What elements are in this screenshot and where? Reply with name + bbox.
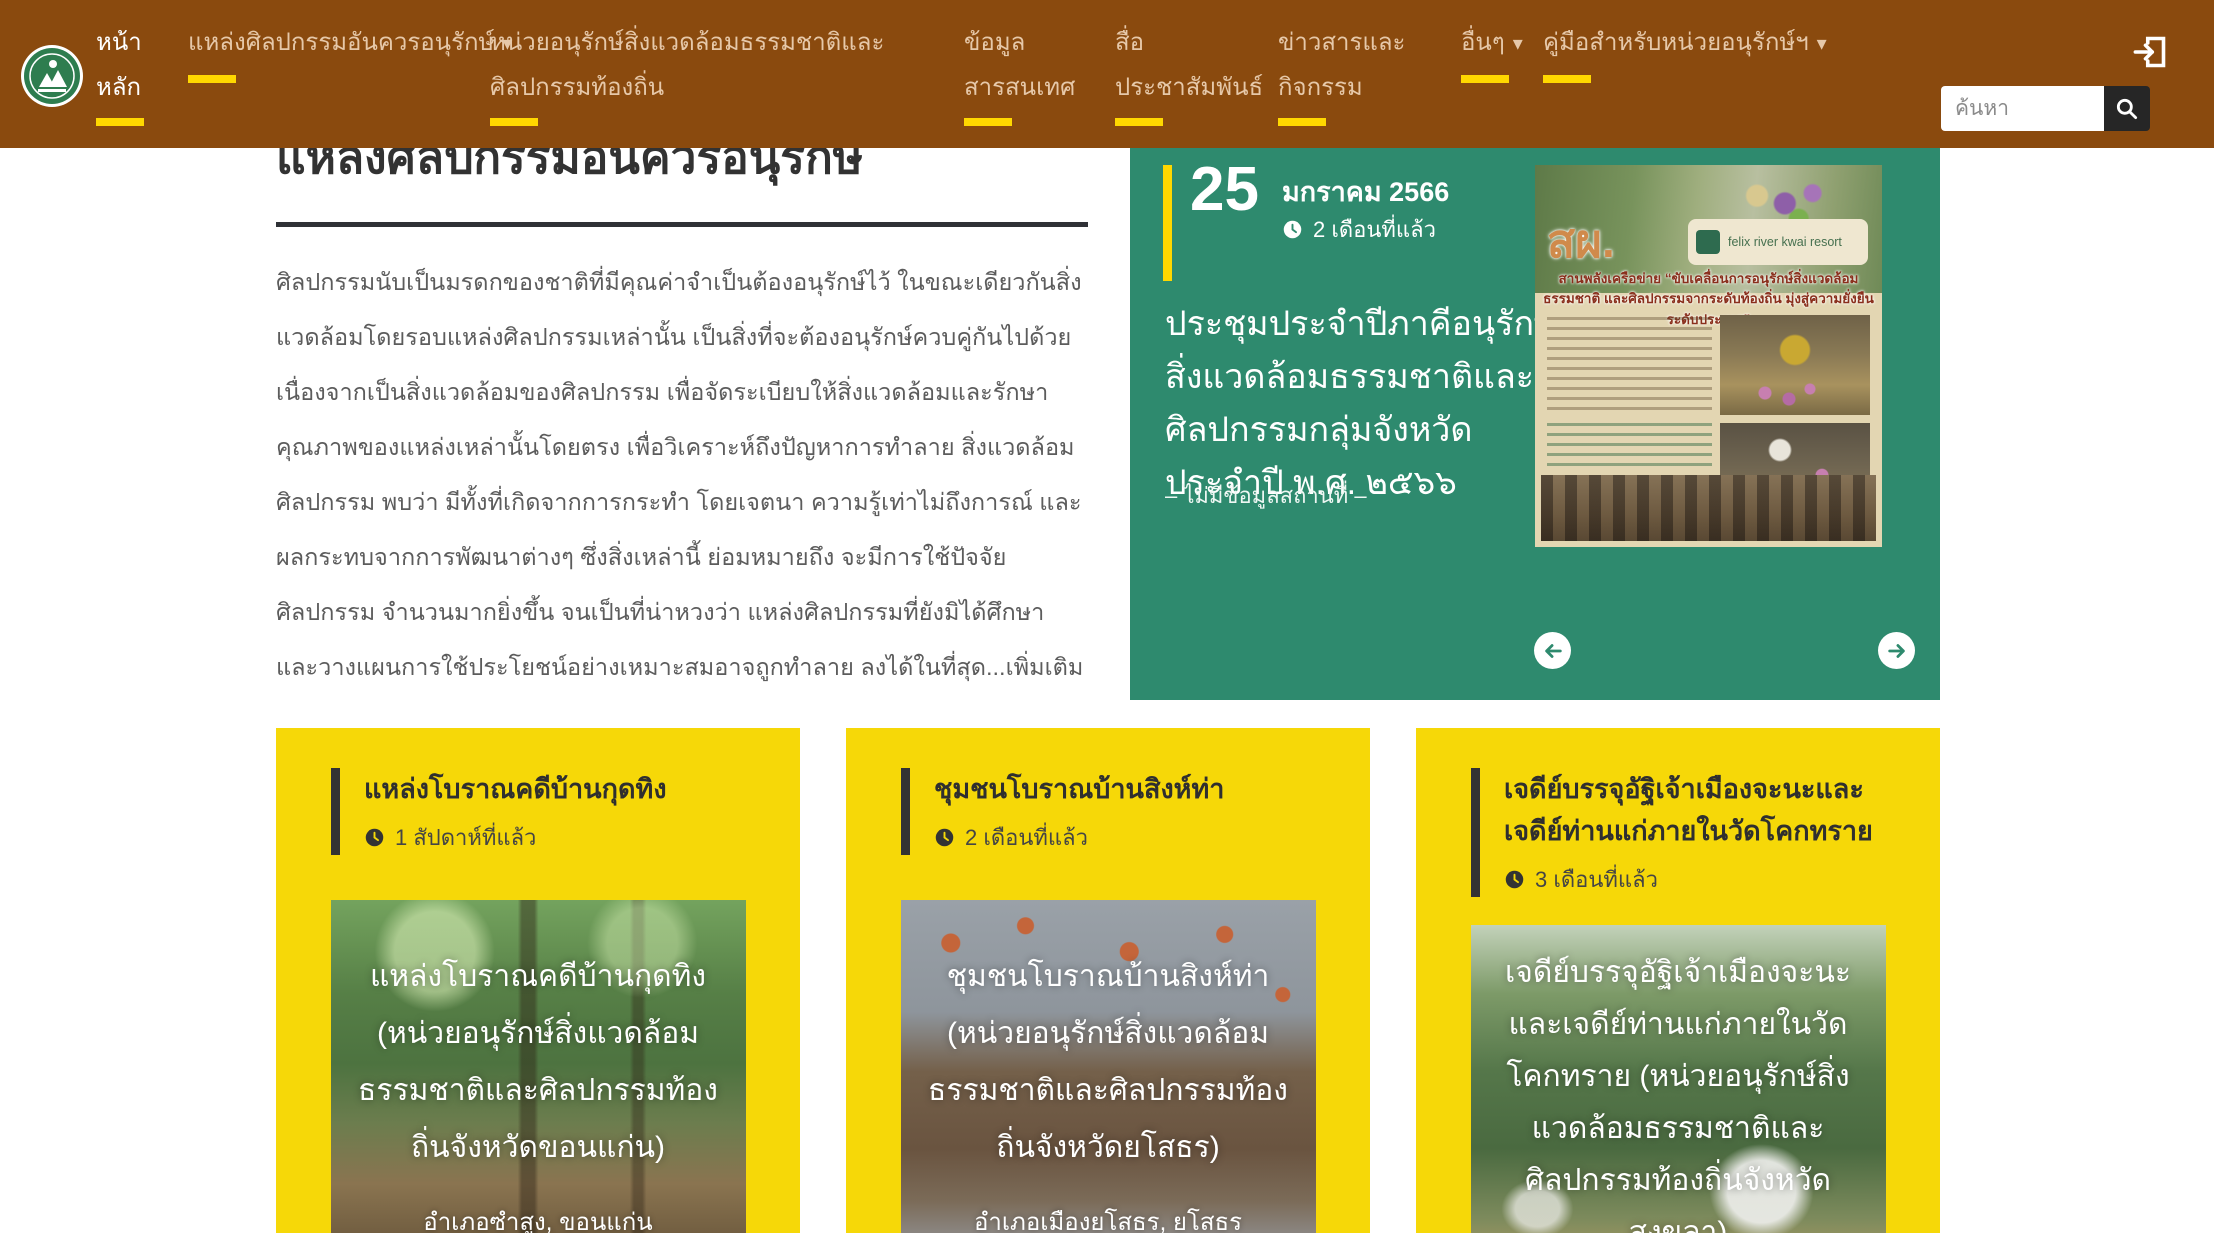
card-time-row: 2 เดือนที่แล้ว	[934, 820, 1331, 855]
search-bar	[1941, 86, 2150, 131]
card-time-ago: 3 เดือนที่แล้ว	[1535, 862, 1658, 897]
card-time-ago: 1 สัปดาห์ที่แล้ว	[395, 820, 536, 855]
photo-overlay-district: อำเภอซำสูง, ขอนแก่น	[331, 1202, 746, 1233]
intro-section: แหล่งศิลปกรรมอันควรอนุรักษ์ ศิลปกรรมนับเ…	[276, 128, 1091, 695]
resort-name: felix river kwai resort	[1728, 235, 1842, 249]
photo-overlay-title: เจดีย์บรรจุอัฐิเจ้าเมืองจะนะและเจดีย์ท่า…	[1471, 925, 1886, 1233]
intro-text: ศิลปกรรมนับเป็นมรดกของชาติที่มีคุณค่าจำเ…	[276, 269, 1082, 680]
top-navbar: หน้าหลัก แหล่งศิลปกรรมอันควรอนุรักษ์ หน่…	[0, 0, 2214, 148]
page: หน้าหลัก แหล่งศิลปกรรมอันควรอนุรักษ์ หน่…	[0, 0, 2214, 1233]
title-divider	[276, 222, 1088, 227]
carousel-next-button[interactable]	[1878, 632, 1915, 669]
card-time-row: 3 เดือนที่แล้ว	[1504, 862, 1901, 897]
featured-day: 25	[1190, 154, 1259, 225]
featured-time-ago-row: 2 เดือนที่แล้ว	[1282, 212, 1436, 247]
search-icon	[2114, 96, 2140, 122]
date-accent-bar	[1163, 165, 1172, 281]
featured-poster-image[interactable]: สผ. felix river kwai resort สานพลังเครือ…	[1535, 165, 1882, 547]
poster-group-photo	[1541, 475, 1876, 541]
nav-item-label: คู่มือสำหรับหน่วยอนุรักษ์ฯ	[1543, 29, 1809, 56]
search-button[interactable]	[2104, 86, 2150, 131]
nav-item-label: ข้อมูลสารสนเทศ	[964, 29, 1075, 101]
card-header: ชุมชนโบราณบ้านสิงห์ท่า 2 เดือนที่แล้ว	[901, 768, 1331, 855]
chevron-down-icon	[1817, 20, 1827, 67]
arrow-right-icon	[1886, 640, 1908, 662]
photo-overlay-title: ชุมชนโบราณบ้านสิงห์ท่า (หน่วยอนุรักษ์สิ่…	[901, 900, 1316, 1176]
nav-item-label: สื่อประชาสัมพันธ์	[1115, 29, 1263, 101]
nav-item-others[interactable]: อื่นๆ	[1461, 20, 1523, 83]
site-card-ban-kut-thing: แหล่งโบราณคดีบ้านกุดทิง 1 สัปดาห์ที่แล้ว…	[276, 728, 800, 1233]
login-button[interactable]	[2130, 34, 2170, 72]
nav-item-label: อื่นๆ	[1461, 29, 1505, 56]
card-time-row: 1 สัปดาห์ที่แล้ว	[364, 820, 761, 855]
nav-item-conservation-units[interactable]: หน่วยอนุรักษ์สิ่งแวดล้อมธรรมชาติและศิลปก…	[490, 20, 952, 126]
featured-time-ago: 2 เดือนที่แล้ว	[1313, 212, 1436, 247]
nav-item-news-activities[interactable]: ข่าวสารและกิจกรรม	[1278, 20, 1430, 126]
poster-body-text-block	[1547, 317, 1712, 415]
nav-item-art-sources[interactable]: แหล่งศิลปกรรมอันควรอนุรักษ์	[188, 20, 512, 83]
carousel-prev-button[interactable]	[1534, 632, 1571, 669]
arrow-left-icon	[1542, 640, 1564, 662]
card-header: เจดีย์บรรจุอัฐิเจ้าเมืองจะนะและเจดีย์ท่า…	[1471, 768, 1901, 897]
featured-news-panel: 25 มกราคม 2566 2 เดือนที่แล้ว ประชุมประจ…	[1130, 148, 1940, 700]
card-title[interactable]: ชุมชนโบราณบ้านสิงห์ท่า	[934, 768, 1331, 810]
photo-overlay-district: อำเภอเมืองยโสธร, ยโสธร	[901, 1202, 1316, 1233]
nav-item-label: หน้าหลัก	[96, 29, 142, 101]
nav-item-label: แหล่งศิลปกรรมอันควรอนุรักษ์	[188, 29, 494, 56]
site-card-ban-sing-tha: ชุมชนโบราณบ้านสิงห์ท่า 2 เดือนที่แล้ว ชุ…	[846, 728, 1370, 1233]
poster-org-label: สผ.	[1547, 205, 1615, 278]
card-title[interactable]: แหล่งโบราณคดีบ้านกุดทิง	[364, 768, 761, 810]
featured-location: – ไม่มีข้อมูลสถานที่ –	[1165, 478, 1367, 513]
clock-icon	[934, 827, 955, 848]
nav-item-home[interactable]: หน้าหลัก	[96, 20, 168, 126]
read-more-link[interactable]: เพิ่มเติม	[1006, 654, 1084, 680]
poster-quote-block	[1547, 423, 1712, 467]
site-logo[interactable]	[20, 44, 84, 108]
chevron-down-icon	[1513, 20, 1523, 67]
card-time-ago: 2 เดือนที่แล้ว	[965, 820, 1088, 855]
sign-in-icon	[2131, 34, 2169, 70]
clock-icon	[1282, 219, 1303, 240]
poster-photo-speaker-1	[1720, 315, 1870, 415]
search-input[interactable]	[1941, 86, 2104, 131]
card-title[interactable]: เจดีย์บรรจุอัฐิเจ้าเมืองจะนะและเจดีย์ท่า…	[1504, 768, 1901, 852]
nav-item-label: หน่วยอนุรักษ์สิ่งแวดล้อมธรรมชาติและศิลปก…	[490, 29, 884, 101]
site-card-wat-khok-sai: เจดีย์บรรจุอัฐิเจ้าเมืองจะนะและเจดีย์ท่า…	[1416, 728, 1940, 1233]
card-photo[interactable]: เจดีย์บรรจุอัฐิเจ้าเมืองจะนะและเจดีย์ท่า…	[1471, 925, 1886, 1233]
photo-overlay-title: แหล่งโบราณคดีบ้านกุดทิง (หน่วยอนุรักษ์สิ…	[331, 900, 746, 1176]
card-photo[interactable]: แหล่งโบราณคดีบ้านกุดทิง (หน่วยอนุรักษ์สิ…	[331, 900, 746, 1233]
nav-item-label: ข่าวสารและกิจกรรม	[1278, 29, 1405, 101]
poster-resort-chip: felix river kwai resort	[1688, 219, 1868, 265]
intro-paragraph: ศิลปกรรมนับเป็นมรดกของชาติที่มีคุณค่าจำเ…	[276, 255, 1091, 695]
clock-icon	[364, 827, 385, 848]
nav-item-manuals[interactable]: คู่มือสำหรับหน่วยอนุรักษ์ฯ	[1543, 20, 1827, 83]
nav-item-information[interactable]: ข้อมูลสารสนเทศ	[964, 20, 1096, 126]
nav-item-media[interactable]: สื่อประชาสัมพันธ์	[1115, 20, 1257, 126]
featured-month-year: มกราคม 2566	[1282, 170, 1449, 213]
card-photo[interactable]: ชุมชนโบราณบ้านสิงห์ท่า (หน่วยอนุรักษ์สิ่…	[901, 900, 1316, 1233]
resort-logo-icon	[1696, 230, 1720, 254]
clock-icon	[1504, 869, 1525, 890]
card-header: แหล่งโบราณคดีบ้านกุดทิง 1 สัปดาห์ที่แล้ว	[331, 768, 761, 855]
